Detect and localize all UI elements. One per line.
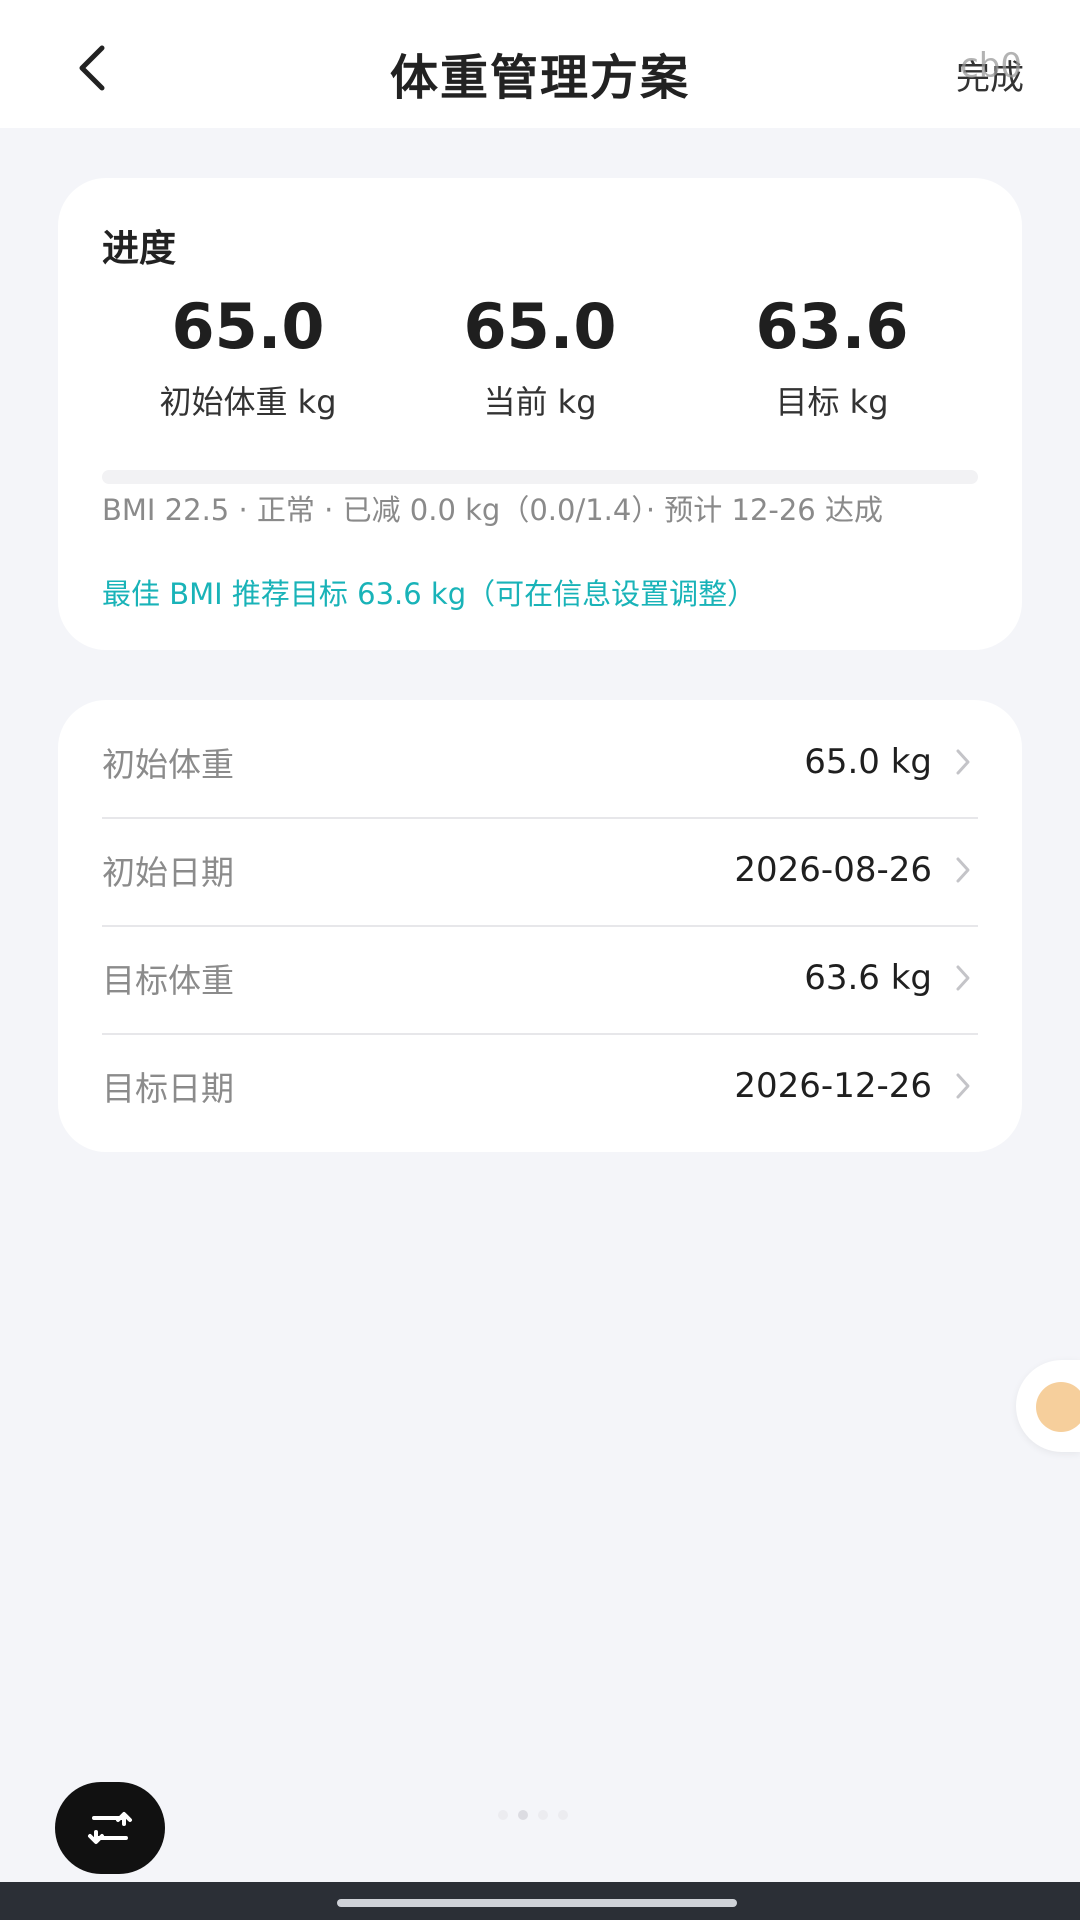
chevron-right-icon xyxy=(948,855,978,885)
page-dot-active xyxy=(518,1810,528,1820)
page-dot xyxy=(558,1810,568,1820)
swap-button[interactable] xyxy=(55,1782,165,1874)
floating-badge-icon xyxy=(1036,1382,1080,1432)
stat-label: 初始体重 kg xyxy=(159,383,337,422)
row-label: 目标日期 xyxy=(102,1069,234,1108)
top-bar: 体重管理方案 完成 cb0 xyxy=(0,0,1080,128)
row-value: 2026-08-26 xyxy=(734,850,932,890)
progress-summary: BMI 22.5 · 正常 · 已减 0.0 kg（0.0/1.4）· 预计 1… xyxy=(102,493,883,527)
page-dot xyxy=(498,1810,508,1820)
row-label: 初始日期 xyxy=(102,853,234,892)
row-value: 2026-12-26 xyxy=(734,1066,932,1106)
row-target-date[interactable]: 目标日期 2026-12-26 xyxy=(102,1032,978,1140)
chevron-right-icon xyxy=(948,963,978,993)
progress-card: 进度 65.0 初始体重 kg 65.0 当前 kg 63.6 目标 kg BM… xyxy=(58,178,1022,650)
row-initial-weight[interactable]: 初始体重 65.0 kg xyxy=(102,708,978,816)
progress-title: 进度 xyxy=(102,227,176,270)
chevron-right-icon xyxy=(948,747,978,777)
stat-current-weight: 65.0 当前 kg xyxy=(394,290,686,423)
row-label: 目标体重 xyxy=(102,961,234,1000)
stat-value: 65.0 xyxy=(463,290,617,363)
stat-target-weight: 63.6 目标 kg xyxy=(686,290,978,423)
bmi-recommendation[interactable]: 最佳 BMI 推荐目标 63.6 kg（可在信息设置调整） xyxy=(102,574,982,614)
row-initial-date[interactable]: 初始日期 2026-08-26 xyxy=(102,816,978,924)
row-value: 63.6 kg xyxy=(804,958,932,998)
floating-side-tab[interactable] xyxy=(1016,1360,1080,1452)
page-indicator xyxy=(498,1810,568,1820)
stat-initial-weight: 65.0 初始体重 kg xyxy=(102,290,394,423)
page-dot xyxy=(538,1810,548,1820)
row-value: 65.0 kg xyxy=(804,742,932,782)
page-title: 体重管理方案 xyxy=(389,50,690,106)
plan-settings-card: 初始体重 65.0 kg 初始日期 2026-08-26 目标体重 63.6 k… xyxy=(58,700,1022,1152)
progress-stats: 65.0 初始体重 kg 65.0 当前 kg 63.6 目标 kg xyxy=(102,290,978,423)
progress-bar xyxy=(102,470,978,484)
stat-value: 63.6 xyxy=(755,290,909,363)
row-target-weight[interactable]: 目标体重 63.6 kg xyxy=(102,924,978,1032)
debug-overlay-text: cb0 xyxy=(960,46,1022,86)
stat-label: 目标 kg xyxy=(775,383,889,422)
swap-icon xyxy=(88,1812,132,1844)
row-label: 初始体重 xyxy=(102,745,234,784)
chevron-right-icon xyxy=(948,1071,978,1101)
stat-value: 65.0 xyxy=(171,290,325,363)
stat-label: 当前 kg xyxy=(483,383,597,422)
home-gesture-handle[interactable] xyxy=(337,1899,737,1907)
